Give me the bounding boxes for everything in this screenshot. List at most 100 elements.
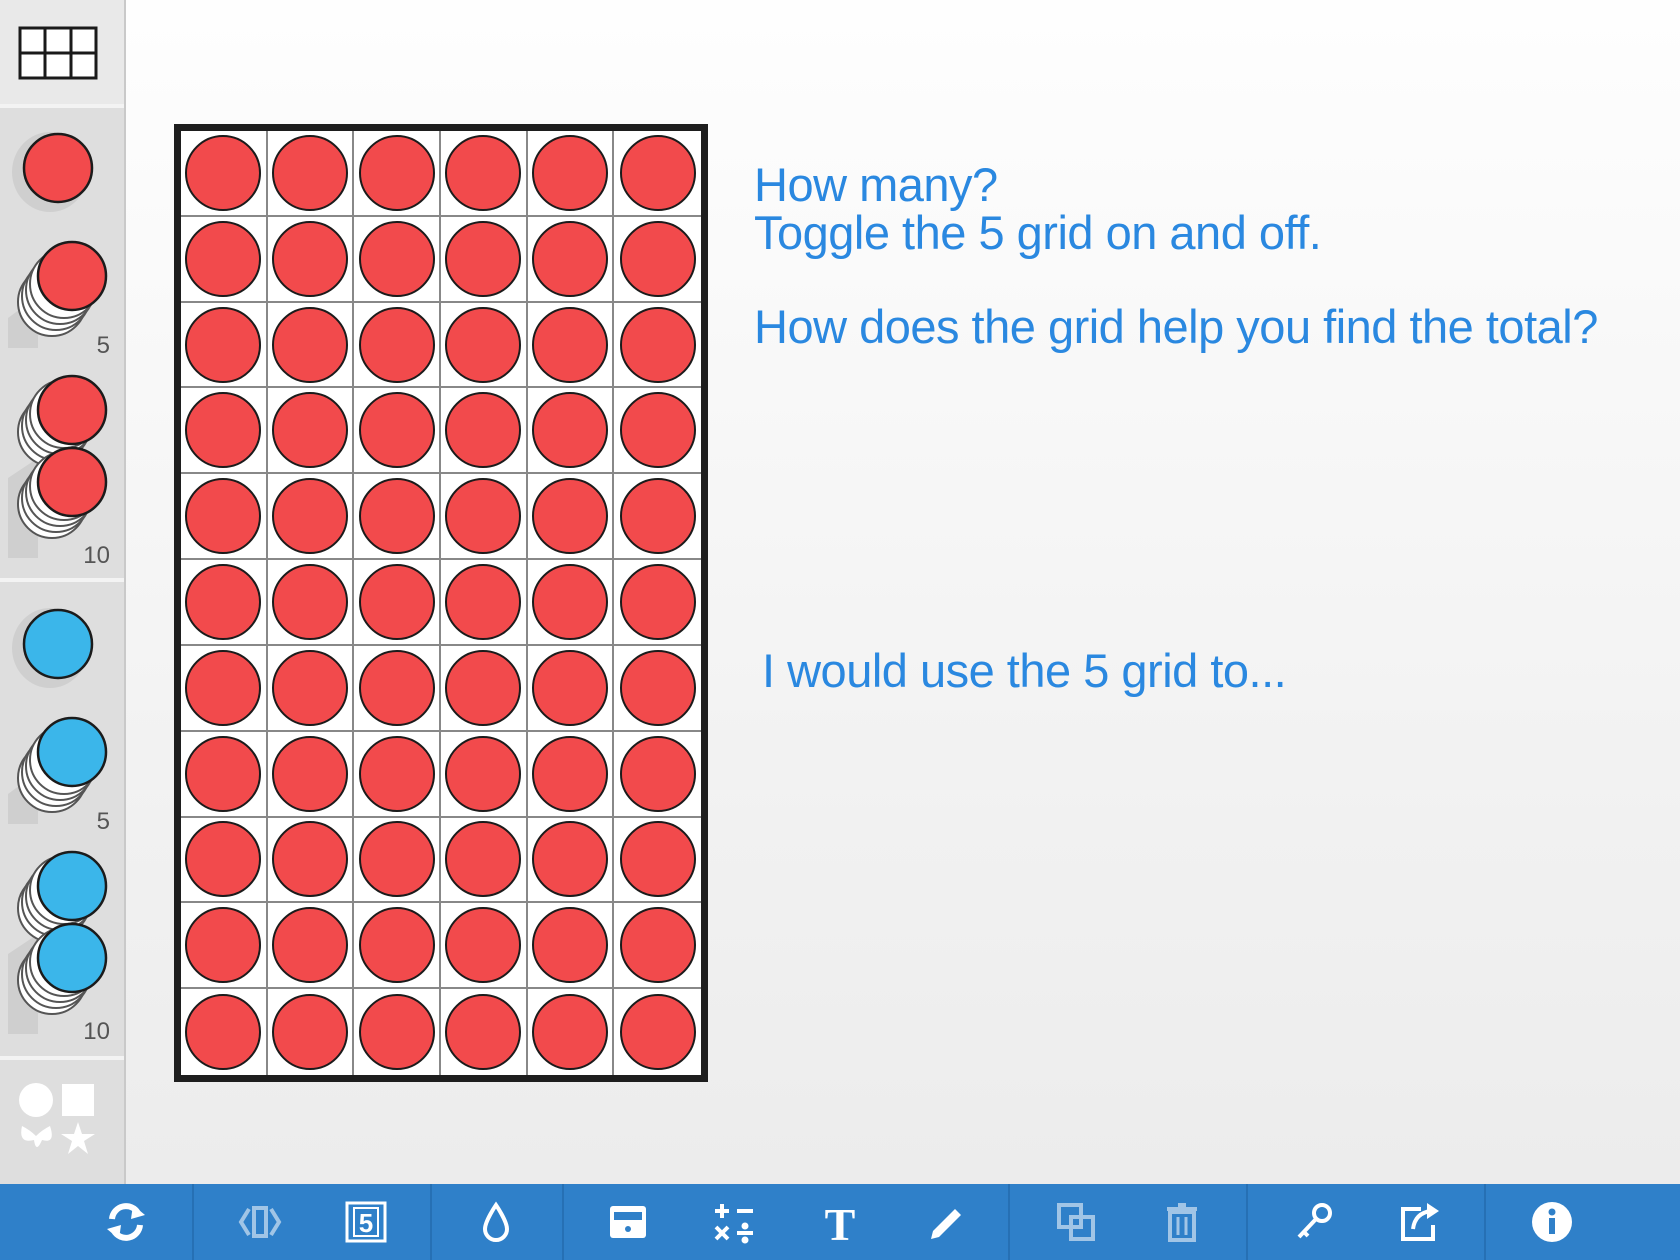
red-counter[interactable] [358,563,435,640]
shapes-icon[interactable] [12,1078,102,1158]
red-counter[interactable] [445,735,522,812]
red-counter[interactable] [185,994,262,1071]
red-counter[interactable] [531,134,608,211]
grid-cell [614,131,701,217]
red-stack-5[interactable]: 5 [8,236,118,359]
blue-stack-5[interactable]: 5 [8,712,118,835]
grid-cell [267,388,355,475]
red-counter[interactable] [271,907,348,984]
red-counter[interactable] [531,220,608,297]
red-counter[interactable] [531,649,608,726]
grid-cell [614,388,701,475]
red-counter[interactable] [271,994,348,1071]
red-counter[interactable] [531,907,608,984]
red-counter[interactable] [619,220,696,297]
red-counter[interactable] [445,134,522,211]
red-counter[interactable] [445,563,522,640]
red-counter[interactable] [185,563,262,640]
red-counter[interactable] [358,821,435,898]
five-grid-icon[interactable]: 5 [340,1196,392,1248]
red-counter[interactable] [358,994,435,1071]
red-counter[interactable] [358,392,435,469]
red-counter[interactable] [358,735,435,812]
red-counter[interactable] [619,306,696,383]
info-icon[interactable] [1526,1196,1578,1248]
red-counter[interactable] [445,392,522,469]
red-counter[interactable] [445,478,522,555]
red-counter[interactable] [619,563,696,640]
color-drop-icon[interactable] [470,1196,522,1248]
grid-cell [354,474,441,561]
red-counter[interactable] [358,649,435,726]
answer-text[interactable]: I would use the 5 grid to... [762,646,1287,696]
red-counter[interactable] [445,306,522,383]
red-counter[interactable] [619,478,696,555]
red-counter[interactable] [619,994,696,1071]
flip-icon[interactable] [234,1196,286,1248]
share-icon[interactable] [1394,1196,1446,1248]
red-counter[interactable] [619,735,696,812]
refresh-icon[interactable] [100,1196,152,1248]
red-counter[interactable] [445,220,522,297]
red-counter[interactable] [8,126,108,226]
red-counter[interactable] [619,907,696,984]
red-counter[interactable] [619,649,696,726]
red-counter[interactable] [358,134,435,211]
grid-cell [528,989,615,1075]
red-counter[interactable] [531,392,608,469]
red-counter[interactable] [185,220,262,297]
red-counter[interactable] [531,735,608,812]
red-counter[interactable] [271,392,348,469]
red-counter[interactable] [185,907,262,984]
grid-cell [527,645,615,732]
trash-icon[interactable] [1156,1196,1208,1248]
red-counter[interactable] [185,821,262,898]
red-counter[interactable] [185,478,262,555]
red-counter[interactable] [271,306,348,383]
red-counter[interactable] [445,907,522,984]
red-counter[interactable] [271,735,348,812]
grid-icon[interactable] [18,26,98,80]
grid-cell [354,989,441,1075]
red-counter[interactable] [271,134,348,211]
red-counter[interactable] [185,306,262,383]
red-counter[interactable] [531,478,608,555]
red-counter[interactable] [271,220,348,297]
pen-icon[interactable] [920,1196,972,1248]
red-counter[interactable] [271,563,348,640]
red-counter[interactable] [185,735,262,812]
red-counter[interactable] [531,994,608,1071]
red-counter[interactable] [185,392,262,469]
red-counter[interactable] [271,478,348,555]
red-counter[interactable] [445,821,522,898]
math-operations-icon[interactable] [708,1196,760,1248]
red-counter[interactable] [185,649,262,726]
copy-icon[interactable] [1050,1196,1102,1248]
red-counter[interactable] [358,220,435,297]
red-counter[interactable] [445,649,522,726]
red-counter[interactable] [531,306,608,383]
text-icon[interactable]: T [814,1196,866,1248]
red-stack-10[interactable]: 10 [8,368,118,578]
red-counter[interactable] [185,134,262,211]
calculator-icon[interactable] [602,1196,654,1248]
blue-counter[interactable] [8,602,108,702]
red-counter[interactable] [619,821,696,898]
red-counter[interactable] [271,821,348,898]
blue-stack-10[interactable]: 10 [8,844,118,1054]
red-counter[interactable] [445,994,522,1071]
grid-cell [267,731,355,818]
prompt-how-many: How many? [754,158,998,211]
red-counter[interactable] [358,478,435,555]
grid-cell [527,216,615,303]
red-counter[interactable] [358,306,435,383]
red-counter[interactable] [271,649,348,726]
red-counter[interactable] [531,563,608,640]
red-counter[interactable] [531,821,608,898]
red-counter[interactable] [619,392,696,469]
red-counter[interactable] [619,134,696,211]
grid-cell [181,560,268,646]
key-icon[interactable] [1288,1196,1340,1248]
grid-cell [267,131,355,217]
red-counter[interactable] [358,907,435,984]
